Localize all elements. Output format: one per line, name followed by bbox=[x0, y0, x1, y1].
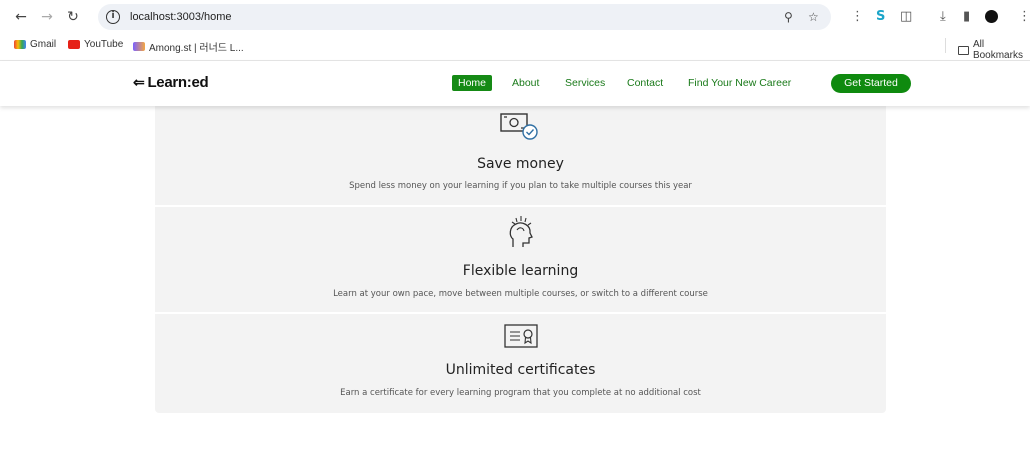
head-idea-icon bbox=[509, 216, 533, 247]
site-logo[interactable]: ⇐ Learn:ed bbox=[133, 74, 209, 91]
bookmark-gmail[interactable]: Gmail bbox=[14, 39, 56, 50]
site-info-icon[interactable]: i bbox=[106, 10, 120, 24]
feature-title: Save money bbox=[477, 156, 564, 172]
feature-description: Learn at your own pace, move between mul… bbox=[333, 289, 708, 299]
bookmark-star-icon[interactable]: ☆ bbox=[808, 10, 819, 24]
url-text[interactable]: localhost:3003/home bbox=[130, 11, 232, 23]
money-check-icon bbox=[499, 113, 538, 140]
extensions-puzzle-icon[interactable]: ◫ bbox=[900, 9, 912, 24]
profile-avatar[interactable] bbox=[985, 10, 998, 23]
side-panel-icon[interactable]: ▮ bbox=[963, 9, 970, 24]
feature-description: Spend less money on your learning if you… bbox=[349, 181, 692, 191]
all-bookmarks-label: All Bookmarks bbox=[972, 39, 1023, 61]
logo-text: Learn:ed bbox=[147, 74, 209, 91]
extension-icon[interactable]: ⋮ bbox=[851, 9, 864, 24]
bookmark-among[interactable]: Among.st | 러너드 L... bbox=[133, 39, 244, 54]
back-icon[interactable]: ← bbox=[12, 8, 30, 26]
among-icon bbox=[133, 42, 145, 51]
feature-card-save-money: Save money Spend less money on your lear… bbox=[155, 106, 886, 205]
feature-card-unlimited-certificates: Unlimited certificates Earn a certificat… bbox=[155, 314, 886, 413]
nav-contact[interactable]: Contact bbox=[627, 77, 663, 89]
bookmarks-divider bbox=[945, 38, 946, 53]
bookmark-label: YouTube bbox=[84, 39, 124, 50]
nav-home[interactable]: Home bbox=[452, 75, 493, 91]
nav-find-career[interactable]: Find Your New Career bbox=[688, 77, 791, 89]
feature-description: Earn a certificate for every learning pr… bbox=[340, 388, 701, 398]
browser-toolbar: ← → ↻ i localhost:3003/home ⚲ ☆ ⋮ S ◫ ⤓ … bbox=[0, 0, 1030, 34]
browser-chrome: ← → ↻ i localhost:3003/home ⚲ ☆ ⋮ S ◫ ⤓ … bbox=[0, 0, 1030, 61]
feature-title: Unlimited certificates bbox=[445, 362, 596, 378]
bookmark-youtube[interactable]: YouTube bbox=[68, 39, 123, 50]
youtube-icon bbox=[68, 40, 80, 49]
zoom-icon[interactable]: ⚲ bbox=[784, 10, 793, 24]
menu-icon[interactable]: ⋮ bbox=[1018, 9, 1030, 24]
bookmarks-bar: Gmail YouTube Among.st | 러너드 L... All Bo… bbox=[0, 34, 1030, 61]
address-bar[interactable]: i localhost:3003/home ⚲ ☆ bbox=[98, 4, 831, 30]
certificate-icon bbox=[503, 324, 538, 348]
site-header: ⇐ Learn:ed Home About Services Contact Fi… bbox=[0, 61, 1030, 106]
all-bookmarks[interactable]: All Bookmarks bbox=[958, 39, 1030, 61]
nav-about[interactable]: About bbox=[512, 77, 539, 89]
nav-services[interactable]: Services bbox=[565, 77, 605, 89]
bookmark-label: Among.st | 러너드 L... bbox=[149, 43, 244, 54]
gmail-icon bbox=[14, 40, 26, 49]
extension-s-icon[interactable]: S bbox=[876, 9, 885, 24]
folder-icon bbox=[958, 45, 969, 55]
get-started-button[interactable]: Get Started bbox=[831, 74, 911, 93]
bookmark-label: Gmail bbox=[30, 39, 57, 50]
forward-icon[interactable]: → bbox=[38, 8, 56, 26]
logo-mark-icon: ⇐ bbox=[133, 74, 145, 90]
reload-icon[interactable]: ↻ bbox=[64, 8, 82, 26]
download-icon[interactable]: ⤓ bbox=[940, 9, 946, 24]
feature-title: Flexible learning bbox=[462, 263, 579, 279]
feature-card-flexible-learning: Flexible learning Learn at your own pace… bbox=[155, 207, 886, 312]
